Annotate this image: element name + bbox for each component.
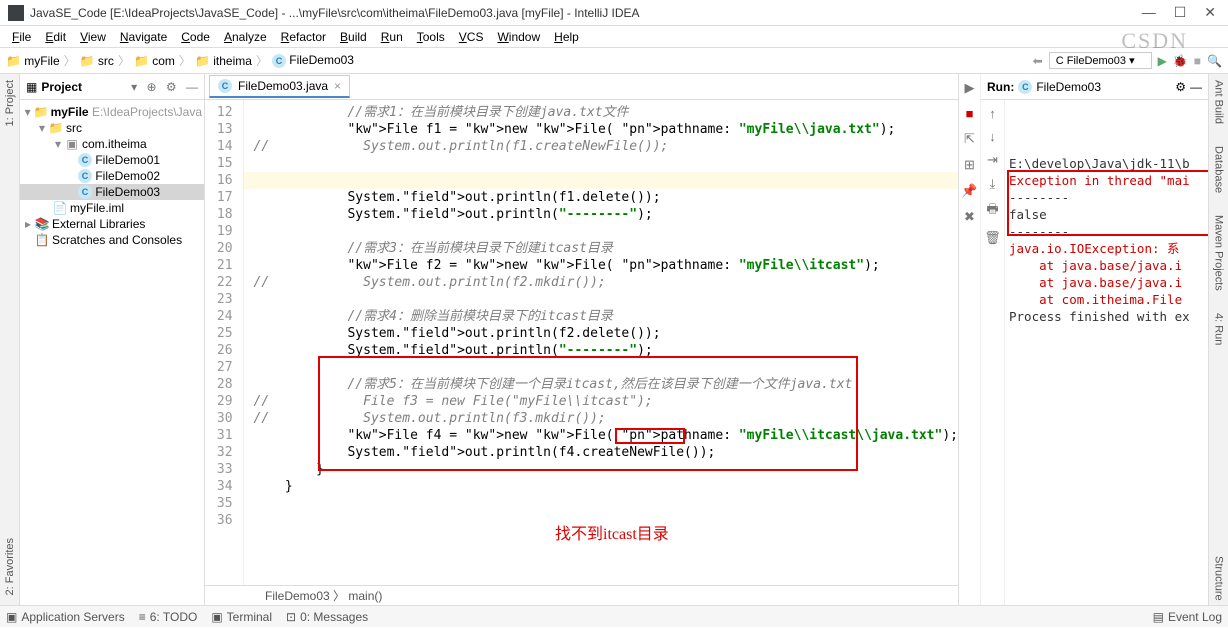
menu-bar: FileEditViewNavigateCodeAnalyzeRefactorB… <box>0 26 1228 48</box>
status-servers[interactable]: ▣ Application Servers <box>6 610 125 624</box>
rerun-icon[interactable]: ▶ <box>965 80 975 96</box>
project-view-icon[interactable]: ▦ <box>26 80 37 94</box>
menu-help[interactable]: Help <box>548 28 585 46</box>
menu-navigate[interactable]: Navigate <box>114 28 173 46</box>
wrap-icon[interactable]: ⇥ <box>987 152 998 168</box>
status-eventlog[interactable]: ▤ Event Log <box>1153 610 1222 624</box>
settings-icon[interactable]: ⊕ <box>146 80 156 94</box>
java-icon: C <box>218 79 232 93</box>
menu-analyze[interactable]: Analyze <box>218 28 273 46</box>
debug-button[interactable]: 🐞 <box>1173 54 1188 68</box>
editor-tab-label: FileDemo03.java <box>238 79 328 93</box>
print-icon[interactable]: 🖶 <box>986 200 998 222</box>
annotation-text: 找不到itcast目录 <box>555 520 669 544</box>
hide-icon[interactable]: — <box>186 80 198 94</box>
gear-icon[interactable]: ⚙ <box>1175 80 1186 94</box>
console-line: at com.itheima.File <box>1009 291 1204 308</box>
line-gutter: 12 13 14 15 16 17 18 19 20 21 22 23 24 2… <box>205 100 244 585</box>
menu-view[interactable]: View <box>74 28 112 46</box>
run-config-dropdown[interactable]: C FileDemo03 ▾ <box>1049 52 1152 69</box>
console-line: Process finished with ex <box>1009 308 1204 325</box>
tree-iml[interactable]: 📄myFile.iml <box>20 200 204 216</box>
console-line: Exception in thread "mai <box>1009 172 1204 189</box>
console-line: E:\develop\Java\jdk-11\b <box>1009 155 1204 172</box>
tree-file[interactable]: C FileDemo02 <box>20 168 204 184</box>
code-breadcrumb[interactable]: FileDemo03 〉 main() <box>205 585 958 605</box>
menu-edit[interactable]: Edit <box>39 28 72 46</box>
layout-icon[interactable]: ⊞ <box>964 157 975 173</box>
console-line: -------- <box>1009 223 1204 240</box>
java-icon: C <box>1056 55 1064 67</box>
trash-icon[interactable]: 🗑 <box>984 230 1001 246</box>
tree-file[interactable]: C FileDemo01 <box>20 152 204 168</box>
back-icon[interactable]: ⬅ <box>1033 54 1043 68</box>
editor-tab[interactable]: C FileDemo03.java × <box>209 75 350 98</box>
database-tab[interactable]: Database <box>1213 142 1225 197</box>
java-icon: C <box>1018 80 1032 94</box>
status-terminal[interactable]: ▣ Terminal <box>211 610 272 624</box>
menu-refactor[interactable]: Refactor <box>275 28 332 46</box>
run-button[interactable]: ▶ <box>1158 54 1167 68</box>
project-tree: ▾📁myFile E:\IdeaProjects\Java ▾📁src ▾▣co… <box>20 100 204 252</box>
project-panel-title: Project <box>41 80 121 94</box>
run-title: Run: <box>987 80 1014 94</box>
menu-code[interactable]: Code <box>175 28 216 46</box>
menu-file[interactable]: File <box>6 28 37 46</box>
stop-button[interactable]: ■ <box>1194 54 1201 68</box>
collapse-icon[interactable]: ▾ <box>131 80 137 94</box>
minimize-button[interactable]: — <box>1142 4 1156 21</box>
menu-vcs[interactable]: VCS <box>453 28 490 46</box>
run-config-label: FileDemo03 <box>1067 55 1126 67</box>
tree-file-selected[interactable]: C FileDemo03 <box>20 184 204 200</box>
status-todo[interactable]: ≡ 6: TODO <box>139 610 198 624</box>
menu-window[interactable]: Window <box>491 28 546 46</box>
project-tool-tab[interactable]: 1: Project <box>4 76 16 130</box>
run-tab-label: FileDemo03 <box>1036 80 1101 94</box>
up-icon[interactable]: ↑ <box>989 106 996 121</box>
tree-external[interactable]: ▸📚External Libraries <box>20 216 204 232</box>
console-line: java.io.IOException: 系 <box>1009 240 1204 257</box>
console-line: -------- <box>1009 189 1204 206</box>
close-run-icon[interactable]: ✖ <box>964 209 975 225</box>
favorites-tool-tab[interactable]: 2: Favorites <box>4 534 16 599</box>
run-tab[interactable]: 4: Run <box>1213 309 1225 349</box>
console-output[interactable]: E:\develop\Java\jdk-11\bException in thr… <box>1005 100 1208 605</box>
crumb-item[interactable]: 📁 myFile <box>6 54 60 68</box>
menu-tools[interactable]: Tools <box>411 28 451 46</box>
menu-build[interactable]: Build <box>334 28 373 46</box>
menu-run[interactable]: Run <box>375 28 409 46</box>
search-icon[interactable]: 🔍 <box>1207 54 1222 68</box>
console-line: at java.base/java.i <box>1009 274 1204 291</box>
crumb-item[interactable]: 📁 itheima <box>195 54 252 68</box>
tree-src[interactable]: ▾📁src <box>20 120 204 136</box>
maximize-button[interactable]: ☐ <box>1174 4 1187 21</box>
tree-root[interactable]: ▾📁myFile E:\IdeaProjects\Java <box>20 104 204 120</box>
status-messages[interactable]: ⊡ 0: Messages <box>286 610 368 624</box>
down-icon[interactable]: ↓ <box>989 129 996 144</box>
hide-icon[interactable]: — <box>1190 80 1202 94</box>
window-title: JavaSE_Code [E:\IdeaProjects\JavaSE_Code… <box>30 6 1142 20</box>
close-tab-icon[interactable]: × <box>334 79 341 93</box>
pin-icon[interactable]: 📌 <box>961 183 977 199</box>
crumb-item[interactable]: 📁 src <box>80 54 114 68</box>
close-button[interactable]: ✕ <box>1204 4 1216 21</box>
app-icon <box>8 5 24 21</box>
crumb-item[interactable]: 📁 com <box>134 54 175 68</box>
maven-tab[interactable]: Maven Projects <box>1213 211 1225 295</box>
exit-icon[interactable]: ⇱ <box>964 131 975 147</box>
scroll-icon[interactable]: ⤓ <box>990 176 996 192</box>
console-line: false <box>1009 206 1204 223</box>
ant-build-tab[interactable]: Ant Build <box>1213 76 1225 128</box>
tree-package[interactable]: ▾▣com.itheima <box>20 136 204 152</box>
breadcrumb: 📁 myFile〉📁 src〉📁 com〉📁 itheima〉C FileDem… <box>6 52 354 69</box>
tree-scratches[interactable]: 📋Scratches and Consoles <box>20 232 204 248</box>
console-line: at java.base/java.i <box>1009 257 1204 274</box>
crumb-item[interactable]: C FileDemo03 <box>272 53 354 68</box>
code-editor[interactable]: //需求1：在当前模块目录下创建java.txt文件 "kw">File f1 … <box>244 100 958 585</box>
watermark: CSDN <box>1121 28 1188 54</box>
stop-run-icon[interactable]: ■ <box>966 106 974 121</box>
structure-tab[interactable]: Structure <box>1213 552 1225 605</box>
gear-icon[interactable]: ⚙ <box>166 80 177 94</box>
